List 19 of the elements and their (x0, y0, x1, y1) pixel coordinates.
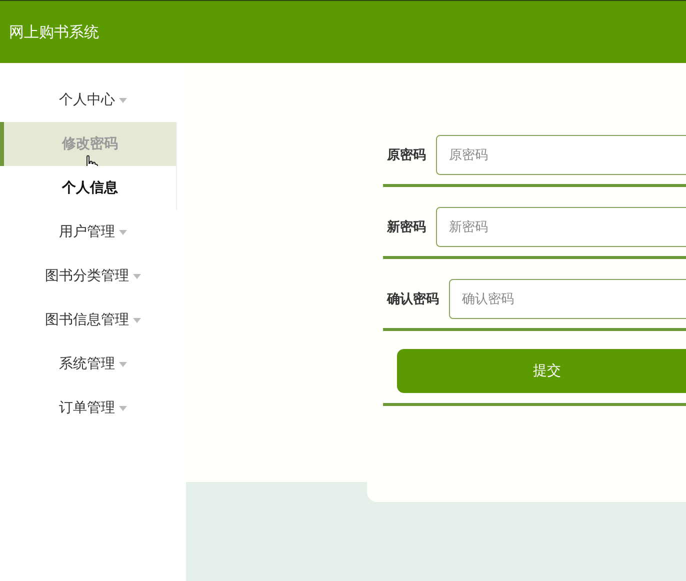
menu-item[interactable]: 图书信息管理 (0, 298, 186, 342)
menu-item[interactable]: 用户管理 (0, 210, 186, 254)
menu-item[interactable]: 图书分类管理 (0, 254, 186, 298)
caret-icon (119, 406, 127, 410)
password-field[interactable]: 新密码 (436, 207, 686, 247)
menu-item[interactable]: 系统管理 (0, 342, 186, 386)
caret-icon (119, 362, 127, 366)
caret-icon (119, 230, 127, 234)
app-title: 网上购书系统 (9, 22, 99, 42)
caret-icon (119, 98, 127, 102)
caret-icon (133, 274, 141, 278)
field-label: 原密码 (387, 146, 426, 164)
field-label: 确认密码 (387, 290, 439, 308)
caret-icon (133, 318, 141, 322)
menu-item[interactable]: 个人中心 (0, 78, 186, 122)
menu-item[interactable]: 订单管理 (0, 386, 186, 430)
field-label: 新密码 (387, 218, 426, 236)
password-field[interactable]: 确认密码 (449, 279, 686, 319)
password-field[interactable]: 原密码 (436, 135, 686, 175)
